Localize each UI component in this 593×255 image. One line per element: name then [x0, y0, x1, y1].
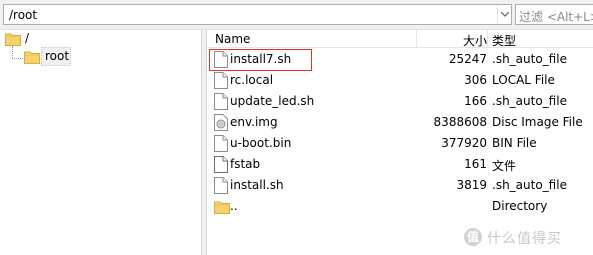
list-header: Name 大小 类型	[207, 30, 593, 48]
column-header-name[interactable]: Name	[215, 32, 250, 46]
text-file-icon	[214, 177, 228, 194]
folder-tree: / root	[0, 30, 201, 255]
text-file-icon	[214, 135, 228, 152]
file-type: BIN File	[492, 136, 537, 150]
watermark-badge: 值	[464, 228, 482, 246]
text-file-icon	[214, 72, 228, 89]
tree-item-root-slash[interactable]: /	[25, 31, 29, 45]
file-type: 文件	[492, 159, 517, 173]
filter-placeholder: 过滤 <Alt+L>	[519, 10, 593, 24]
file-name: install.sh	[230, 178, 284, 192]
file-name: install7.sh	[230, 52, 292, 66]
column-header-size[interactable]: 大小	[463, 32, 487, 49]
text-file-icon	[214, 93, 228, 110]
path-text: /root	[9, 8, 38, 22]
path-input[interactable]: /root	[3, 4, 512, 25]
path-dropdown-button[interactable]	[497, 5, 511, 24]
path-toolbar: /root 过滤 <Alt+L>	[0, 0, 593, 30]
file-row[interactable]: install7.sh 25247 .sh_auto_file	[207, 49, 593, 71]
file-size: 377920	[441, 136, 487, 150]
column-header-type[interactable]: 类型	[492, 32, 516, 49]
text-file-icon	[214, 51, 228, 68]
blank-file-icon	[214, 156, 228, 173]
file-row[interactable]: u-boot.bin 377920 BIN File	[207, 133, 593, 154]
file-type: .sh_auto_file	[492, 52, 567, 66]
folder-icon	[214, 198, 230, 215]
file-row[interactable]: env.img 8388608 Disc Image File	[207, 112, 593, 133]
file-name: update_led.sh	[230, 94, 315, 108]
file-size: 8388608	[433, 115, 487, 129]
file-size: 166	[464, 94, 487, 108]
tree-connector	[12, 58, 23, 59]
disc-image-icon	[214, 114, 228, 131]
file-row[interactable]: update_led.sh 166 .sh_auto_file	[207, 91, 593, 112]
file-size: 161	[464, 157, 487, 171]
column-divider[interactable]	[416, 30, 417, 48]
file-type: Directory	[492, 199, 548, 213]
file-size: 3819	[456, 178, 487, 192]
file-name: env.img	[230, 115, 278, 129]
file-size: 306	[464, 73, 487, 87]
file-size: 25247	[448, 52, 487, 66]
file-name: fstab	[230, 157, 261, 171]
folder-icon	[5, 33, 21, 46]
column-divider[interactable]	[487, 30, 488, 48]
file-row[interactable]: rc.local 306 LOCAL File	[207, 70, 593, 91]
chevron-down-icon	[501, 12, 509, 17]
file-type: .sh_auto_file	[492, 94, 567, 108]
file-type: .sh_auto_file	[492, 178, 567, 192]
watermark-text: 什么值得买	[487, 231, 562, 247]
file-row[interactable]: .. Directory	[207, 196, 593, 217]
file-name: ..	[230, 199, 238, 213]
file-name: u-boot.bin	[230, 136, 292, 150]
file-row[interactable]: fstab 161 文件	[207, 154, 593, 175]
file-list: Name 大小 类型 install7.sh 25247 .sh_auto_file…	[207, 30, 593, 255]
folder-icon	[24, 51, 40, 64]
tree-item-root[interactable]: root	[45, 49, 69, 63]
file-type: LOCAL File	[492, 73, 555, 87]
file-type: Disc Image File	[492, 115, 583, 129]
filter-input[interactable]: 过滤 <Alt+L>	[515, 4, 593, 25]
file-row[interactable]: install.sh 3819 .sh_auto_file	[207, 175, 593, 196]
tree-connector	[12, 46, 13, 58]
file-name: rc.local	[230, 73, 274, 87]
